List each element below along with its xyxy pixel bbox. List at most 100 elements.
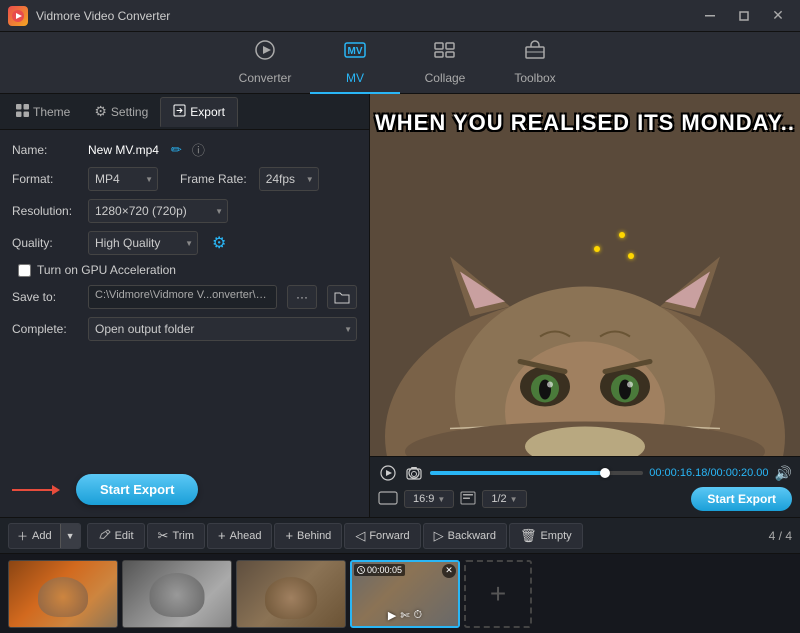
info-icon[interactable]: ⓘ (192, 140, 205, 159)
saveto-browse-button[interactable]: ··· (287, 285, 317, 309)
resolution-value: 1280×720 (720p) (95, 204, 187, 218)
nav-converter[interactable]: Converter (220, 32, 310, 94)
theme-icon (16, 104, 29, 120)
start-export-button[interactable]: Start Export (691, 487, 792, 511)
arrow-head (52, 485, 60, 495)
resolution-select[interactable]: 1280×720 (720p) (88, 199, 228, 223)
add-clip-button[interactable]: + (464, 560, 532, 628)
saveto-path: C:\Vidmore\Vidmore V...onverter\MV Expor… (88, 285, 277, 309)
add-button-group: ＋ Add ▼ (8, 523, 81, 549)
ratio-button[interactable]: 16:9 (404, 490, 454, 508)
add-button[interactable]: ＋ Add (9, 524, 60, 548)
progress-fill (430, 471, 605, 475)
empty-label: Empty (540, 530, 571, 542)
nav-toolbox[interactable]: Toolbox (490, 32, 580, 94)
complete-value: Open output folder (95, 322, 194, 336)
cat-illustration (370, 185, 800, 457)
complete-select[interactable]: Open output folder (88, 317, 357, 341)
converter-label: Converter (239, 71, 292, 85)
forward-button[interactable]: ◁ Forward (344, 523, 420, 549)
empty-icon: 🗑 (520, 528, 537, 544)
mv-label: MV (346, 71, 364, 85)
forward-icon: ◁ (355, 528, 365, 544)
thumb-clip-icon[interactable]: ✄ (400, 609, 409, 622)
converter-icon (252, 39, 278, 67)
ahead-button[interactable]: + Ahead (207, 523, 272, 549)
saveto-folder-button[interactable] (327, 285, 357, 309)
backward-icon: ▷ (434, 528, 444, 544)
add-label: Add (32, 530, 52, 542)
quality-label: Quality: (12, 236, 82, 250)
maximize-button[interactable] (730, 6, 758, 26)
left-panel: Theme ⚙ Setting Export Name: (0, 94, 370, 517)
saveto-label: Save to: (12, 290, 82, 304)
edit-label: Edit (115, 530, 134, 542)
edit-button[interactable]: Edit (87, 523, 145, 549)
arrow-line (12, 489, 52, 491)
window-controls: ✕ (696, 6, 792, 26)
framerate-label: Frame Rate: (180, 172, 247, 186)
film-thumb-2[interactable] (122, 560, 232, 628)
collage-icon (432, 39, 458, 67)
tab-export[interactable]: Export (160, 97, 238, 127)
preview-frame: WHEN YOU REALISED ITS MONDAY.. (370, 94, 800, 456)
add-dropdown-button[interactable]: ▼ (60, 523, 80, 549)
film-thumb-3[interactable] (236, 560, 346, 628)
format-label: Format: (12, 172, 82, 186)
format-select[interactable]: MP4 (88, 167, 158, 191)
quality-value: High Quality (95, 236, 160, 250)
nav-collage[interactable]: Collage (400, 32, 490, 94)
filmstrip: 00:00:05 ✕ ▶ ✄ ⏱ + (0, 553, 800, 633)
thumb-time-icon[interactable]: ⏱ (414, 609, 423, 622)
resolution-row: Resolution: 1280×720 (720p) (12, 199, 357, 223)
thumb-close-button[interactable]: ✕ (442, 564, 456, 578)
minimize-button[interactable] (696, 6, 724, 26)
thumb-play-icon[interactable]: ▶ (388, 609, 396, 622)
quality-settings-button[interactable]: ⚙ (210, 231, 228, 255)
saveto-row: Save to: C:\Vidmore\Vidmore V...onverter… (12, 285, 357, 309)
volume-icon[interactable]: 🔊 (775, 465, 792, 482)
toolbox-label: Toolbox (514, 71, 555, 85)
gpu-label[interactable]: Turn on GPU Acceleration (37, 263, 176, 277)
quality-select[interactable]: High Quality (88, 231, 198, 255)
time-display: 00:00:16.18/00:00:20.00 (649, 467, 768, 479)
thumb-time-badge: 00:00:05 (354, 564, 405, 576)
ratio-icon (378, 491, 398, 508)
resolution-label: Resolution: (12, 204, 82, 218)
progress-thumb (600, 468, 610, 478)
forward-label: Forward (369, 530, 409, 542)
format-row: Format: MP4 Frame Rate: 24fps (12, 167, 357, 191)
trim-button[interactable]: ✂ Trim (147, 523, 206, 549)
tab-setting-label: Setting (111, 105, 148, 119)
trim-label: Trim (172, 530, 194, 542)
setting-icon: ⚙ (94, 103, 107, 120)
snapshot-button[interactable] (404, 464, 424, 482)
tab-theme[interactable]: Theme (4, 98, 82, 126)
edit-icon[interactable]: ✏ (171, 142, 182, 158)
app-logo (8, 6, 28, 26)
behind-button[interactable]: + Behind (274, 523, 342, 549)
svg-text:MV: MV (348, 46, 363, 57)
nav-mv[interactable]: MV MV (310, 32, 400, 94)
progress-bar[interactable] (430, 471, 643, 475)
quality-row: Quality: High Quality ⚙ (12, 231, 357, 255)
video-preview: WHEN YOU REALISED ITS MONDAY.. (370, 94, 800, 456)
bottom-toolbar: ＋ Add ▼ Edit ✂ Trim + Ahead + Behind ◁ F… (0, 517, 800, 553)
film-thumb-1[interactable] (8, 560, 118, 628)
clip-count: 4 / 4 (769, 529, 792, 543)
play-button[interactable] (378, 463, 398, 483)
backward-label: Backward (448, 530, 496, 542)
empty-button[interactable]: 🗑 Empty (509, 523, 583, 549)
behind-icon: + (285, 528, 293, 543)
secondary-controls: 16:9 1/2 Start Export (378, 487, 792, 511)
page-button[interactable]: 1/2 (482, 490, 526, 508)
meme-text: WHEN YOU REALISED ITS MONDAY.. (370, 110, 800, 136)
start-export-button-main[interactable]: Start Export (76, 474, 198, 505)
tab-setting[interactable]: ⚙ Setting (82, 97, 160, 126)
framerate-select[interactable]: 24fps (259, 167, 319, 191)
ahead-icon: + (218, 528, 226, 543)
gpu-checkbox[interactable] (18, 264, 31, 277)
close-button[interactable]: ✕ (764, 6, 792, 26)
backward-button[interactable]: ▷ Backward (423, 523, 507, 549)
film-thumb-4[interactable]: 00:00:05 ✕ ▶ ✄ ⏱ (350, 560, 460, 628)
